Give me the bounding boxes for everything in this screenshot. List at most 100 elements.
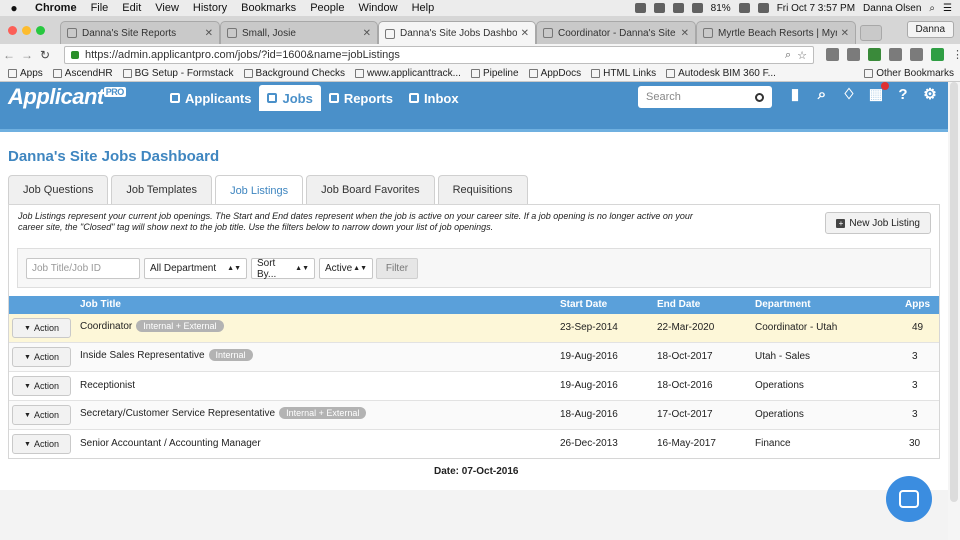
zoom-icon[interactable]: ⌕	[785, 49, 791, 62]
tab-job-board-favorites[interactable]: Job Board Favorites	[306, 175, 435, 204]
menu-bookmarks[interactable]: Bookmarks	[234, 2, 303, 14]
tab-requisitions[interactable]: Requisitions	[437, 175, 528, 204]
new-tab-button[interactable]	[860, 25, 882, 41]
action-button[interactable]: ▼ Action	[12, 434, 71, 454]
menu-edit[interactable]: Edit	[115, 2, 148, 14]
menu-file[interactable]: File	[84, 2, 116, 14]
reload-icon[interactable]: ↻	[36, 48, 54, 62]
close-tab-icon[interactable]: ✕	[841, 28, 849, 39]
back-icon[interactable]: ←	[0, 48, 18, 62]
nav-jobs[interactable]: Jobs	[259, 85, 321, 111]
scrollbar-thumb[interactable]	[950, 82, 958, 502]
action-button[interactable]: ▼ Action	[12, 347, 71, 367]
apple-icon[interactable]: ●	[0, 1, 28, 15]
apps-count-cell[interactable]: 3	[912, 409, 918, 420]
status-app-icon[interactable]	[653, 3, 665, 13]
bookmark-item[interactable]: AscendHR	[52, 68, 113, 79]
menu-help[interactable]: Help	[405, 2, 442, 14]
col-apps[interactable]: Apps	[905, 299, 930, 310]
table-row[interactable]: ▼ Action Receptionist 19-Aug-2016 18-Oct-…	[9, 372, 939, 401]
close-tab-icon[interactable]: ✕	[363, 28, 371, 39]
header-search-input[interactable]: Search	[638, 86, 772, 108]
status-app-icon[interactable]	[672, 3, 684, 13]
close-tab-icon[interactable]: ✕	[521, 28, 529, 39]
bookmark-item[interactable]: HTML Links	[591, 68, 656, 79]
bookmark-icon[interactable]: ▮	[786, 86, 804, 104]
extension-icon[interactable]	[889, 48, 902, 61]
action-button[interactable]: ▼ Action	[12, 405, 71, 425]
help-icon[interactable]: ?	[894, 86, 912, 104]
table-row[interactable]: ▼ Action Coordinator Internal + External 2…	[9, 314, 939, 343]
bookmark-item[interactable]: BG Setup - Formstack	[122, 68, 234, 79]
extension-icon[interactable]	[931, 48, 944, 61]
action-button[interactable]: ▼ Action	[12, 376, 71, 396]
col-department[interactable]: Department	[755, 299, 811, 310]
bookmark-item[interactable]: Pipeline	[470, 68, 519, 79]
menu-people[interactable]: People	[303, 2, 351, 14]
search-icon[interactable]: ⌕	[813, 86, 831, 104]
spotlight-icon[interactable]: ⌕	[929, 3, 935, 14]
profile-button[interactable]: Danna	[906, 21, 954, 38]
nav-reports[interactable]: Reports	[321, 85, 401, 111]
user-name[interactable]: Danna Olsen	[863, 3, 921, 14]
menu-view[interactable]: View	[148, 2, 186, 14]
sort-select[interactable]: Sort By... ▲▼	[251, 258, 315, 280]
job-title-link[interactable]: Senior Accountant / Accounting Manager	[80, 438, 261, 449]
battery-icon[interactable]	[738, 3, 750, 13]
volume-icon[interactable]	[757, 3, 769, 13]
menu-history[interactable]: History	[186, 2, 234, 14]
close-window-button[interactable]	[8, 26, 17, 35]
lightbulb-icon[interactable]: ♢	[840, 86, 858, 104]
wifi-icon[interactable]	[691, 3, 703, 13]
col-start-date[interactable]: Start Date	[560, 299, 607, 310]
table-row[interactable]: ▼ Action Senior Accountant / Accounting M…	[9, 430, 939, 459]
action-button[interactable]: ▼ Action	[12, 318, 71, 338]
table-row[interactable]: ▼ Action Secretary/Customer Service Repre…	[9, 401, 939, 430]
bookmark-item[interactable]: Background Checks	[243, 68, 345, 79]
other-bookmarks[interactable]: Other Bookmarks	[864, 68, 960, 79]
extension-icon[interactable]	[826, 48, 839, 61]
nav-applicants[interactable]: Applicants	[162, 85, 259, 111]
extension-icon[interactable]	[868, 48, 881, 61]
bookmark-item[interactable]: www.applicanttrack...	[355, 68, 461, 79]
zoom-window-button[interactable]	[36, 26, 45, 35]
col-job-title[interactable]: Job Title	[80, 299, 121, 310]
search-icon[interactable]	[755, 92, 764, 102]
gear-icon[interactable]: ⚙	[921, 86, 939, 104]
apps-count-cell[interactable]: 3	[912, 351, 918, 362]
new-job-listing-button[interactable]: + New Job Listing	[825, 212, 931, 234]
clock[interactable]: Fri Oct 7 3:57 PM	[777, 3, 855, 14]
bookmark-item[interactable]: Autodesk BIM 360 F...	[666, 68, 776, 79]
close-tab-icon[interactable]: ✕	[205, 28, 213, 39]
tab-job-listings[interactable]: Job Listings	[215, 175, 304, 205]
job-title-link[interactable]: Secretary/Customer Service Representativ…	[80, 408, 275, 419]
bookmark-apps[interactable]: Apps	[8, 68, 43, 79]
star-icon[interactable]: ☆	[797, 49, 807, 62]
extension-icon[interactable]	[910, 48, 923, 61]
job-title-filter-input[interactable]: Job Title/Job ID	[26, 258, 140, 279]
minimize-window-button[interactable]	[22, 26, 31, 35]
address-bar[interactable]: https://admin.applicantpro.com/jobs/?id=…	[64, 46, 814, 64]
chrome-menu-icon[interactable]: ⋮	[952, 48, 960, 61]
nav-inbox[interactable]: Inbox	[401, 85, 467, 111]
close-tab-icon[interactable]: ✕	[681, 28, 689, 39]
calendar-icon[interactable]: ▦	[867, 82, 889, 104]
tab-job-questions[interactable]: Job Questions	[8, 175, 109, 204]
bookmark-item[interactable]: AppDocs	[528, 68, 581, 79]
browser-tab[interactable]: Small, Josie ✕	[220, 21, 378, 44]
job-title-link[interactable]: Coordinator	[80, 321, 132, 332]
status-app-icon[interactable]	[634, 3, 646, 13]
browser-tab[interactable]: Coordinator - Danna's Site ✕	[536, 21, 696, 44]
table-row[interactable]: ▼ Action Inside Sales Representative Inter…	[9, 343, 939, 372]
col-end-date[interactable]: End Date	[657, 299, 700, 310]
notification-center-icon[interactable]: ☰	[943, 3, 952, 14]
filter-button[interactable]: Filter	[376, 258, 418, 279]
menu-app[interactable]: Chrome	[28, 2, 84, 14]
extension-icon[interactable]	[847, 48, 860, 61]
job-title-link[interactable]: Receptionist	[80, 380, 135, 391]
battery-percent[interactable]: 81%	[711, 3, 731, 14]
department-select[interactable]: All Department ▲▼	[144, 258, 247, 279]
menu-window[interactable]: Window	[351, 2, 404, 14]
apps-count-cell[interactable]: 49	[912, 322, 923, 333]
tab-job-templates[interactable]: Job Templates	[111, 175, 213, 204]
